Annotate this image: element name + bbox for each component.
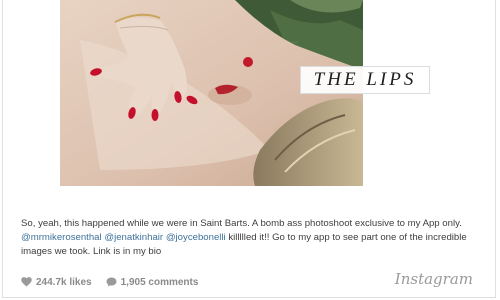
comments-count: 1,905 comments [120, 276, 199, 288]
caption-text-part-1: So, yeah, this happened while we were in… [21, 218, 462, 229]
mention-link[interactable]: @mrmikerosenthal [21, 232, 102, 243]
instagram-post-card: THE LIPS So, yeah, this happened while w… [2, 0, 496, 298]
mention-link[interactable]: @jenatkinhair [104, 232, 163, 243]
comments-stat[interactable]: 1,905 comments [106, 276, 199, 288]
likes-stat[interactable]: 244.7k likes [21, 277, 92, 288]
heart-icon [21, 277, 32, 287]
likes-count: 244.7k likes [36, 276, 92, 288]
post-footer: 244.7k likes 1,905 comments Instagram [21, 270, 485, 290]
image-title-overlay: THE LIPS [300, 66, 430, 94]
comment-bubble-icon [106, 277, 117, 287]
mention-link[interactable]: @joycebonelli [166, 232, 226, 243]
instagram-logo: Instagram [394, 270, 473, 288]
post-caption: So, yeah, this happened while we were in… [21, 217, 483, 259]
